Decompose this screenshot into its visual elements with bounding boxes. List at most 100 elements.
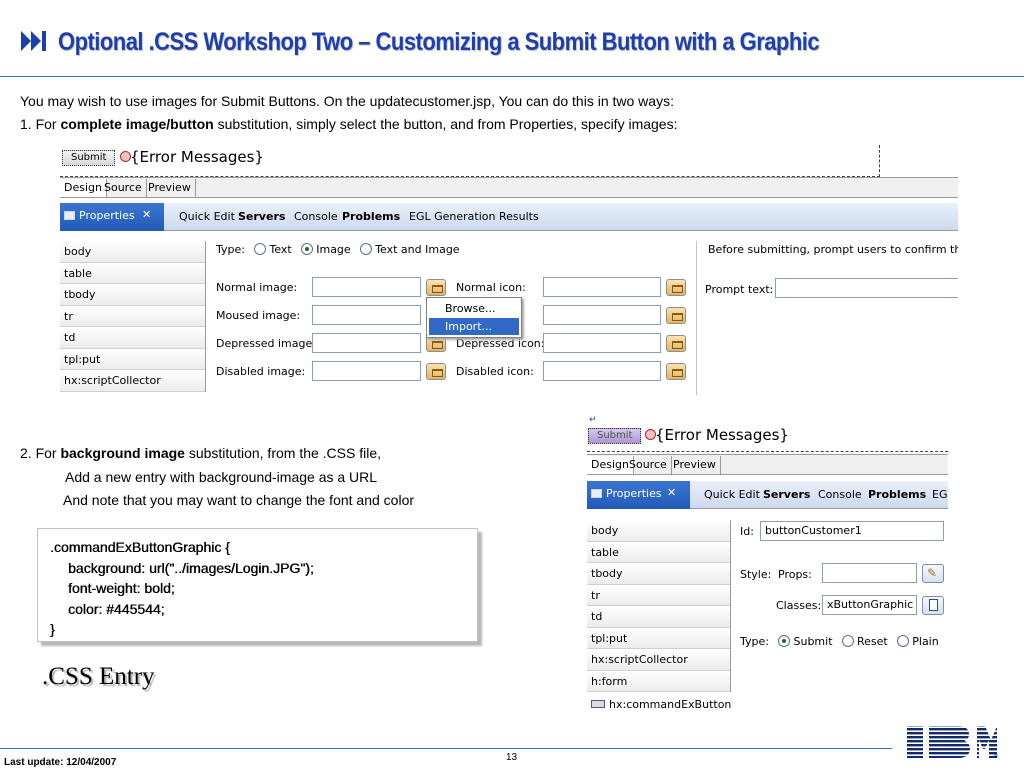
radio-image-circle[interactable] <box>301 243 314 255</box>
radio-text-label: Text <box>269 243 292 256</box>
page-number: 13 <box>506 752 518 763</box>
css-code-line-1: .commandExButtonGraphic { <box>50 539 230 555</box>
properties-view-icon <box>64 211 75 220</box>
properties-view-icon-2 <box>591 489 602 498</box>
depressed-icon-browse-button[interactable] <box>666 335 686 352</box>
confirm-text: Before submitting, prompt users to confi… <box>708 243 958 256</box>
close-icon-2[interactable]: ✕ <box>667 486 676 499</box>
point-one-prefix: 1. For <box>20 116 61 132</box>
tree-item-table-2[interactable]: table <box>587 541 730 563</box>
radio-plain[interactable]: Plain <box>897 635 939 648</box>
radio-text[interactable]: Text <box>254 243 292 256</box>
tab-properties-2[interactable]: Properties ✕ <box>587 481 690 509</box>
radio-text-and-image[interactable]: Text and Image <box>360 243 460 256</box>
tree-item-body-2[interactable]: body <box>587 520 730 542</box>
tree-item-tr-2[interactable]: tr <box>587 584 730 606</box>
submit-button-graphic-preview[interactable]: Submit <box>588 428 642 444</box>
classes-input[interactable]: xButtonGraphic <box>822 595 917 615</box>
tree-item-tpl-put-2[interactable]: tpl:put <box>587 627 730 649</box>
normal-icon-browse-button[interactable] <box>666 279 686 296</box>
point-two-prefix: 2. For <box>20 445 61 461</box>
depressed-icon-label: Depressed icon: <box>456 337 545 350</box>
tree-item-tbody[interactable]: tbody <box>60 284 205 306</box>
tree-item-hx-scriptcollector-2[interactable]: hx:scriptCollector <box>587 649 730 671</box>
tab-eg-truncated-2[interactable]: EG <box>932 488 947 501</box>
disabled-icon-input[interactable] <box>543 361 661 381</box>
tree-item-tpl-put[interactable]: tpl:put <box>60 348 205 370</box>
tree-item-table[interactable]: table <box>60 262 205 284</box>
tab-source-2[interactable]: Source <box>625 456 672 474</box>
tab-console[interactable]: Console <box>294 210 338 223</box>
tree-item-body[interactable]: body <box>60 241 205 263</box>
radio-image[interactable]: Image <box>301 243 351 256</box>
edit-classes-button[interactable] <box>922 596 944 615</box>
normal-image-browse-button[interactable] <box>426 279 446 296</box>
tree-item-h-form-2[interactable]: h:form <box>587 670 730 692</box>
tree-item-tbody-2[interactable]: tbody <box>587 563 730 585</box>
point-one-bold: complete image/button <box>60 116 214 132</box>
menu-item-browse[interactable]: Browse... <box>429 300 519 317</box>
normal-image-input[interactable] <box>312 277 421 297</box>
fast-forward-end-icon <box>21 31 46 51</box>
view-tabs-bar: Properties ✕ Quick Edit Servers Console … <box>60 203 958 231</box>
props-label: Props: <box>778 568 812 581</box>
moused-image-input[interactable] <box>312 305 421 325</box>
depressed-image-input[interactable] <box>312 333 421 353</box>
radio-submit-circle[interactable] <box>778 635 791 647</box>
edit-style-button[interactable]: ✎ <box>922 564 944 583</box>
normal-icon-input[interactable] <box>543 277 661 297</box>
tab-quick-edit[interactable]: Quick Edit <box>179 210 235 223</box>
tab-egl-generation-results[interactable]: EGL Generation Results <box>409 210 539 223</box>
tab-servers-2[interactable]: Servers <box>763 488 810 501</box>
tab-properties[interactable]: Properties ✕ <box>60 203 164 231</box>
properties-tab-label: Properties <box>79 209 135 222</box>
prompt-text-input[interactable] <box>775 278 958 298</box>
depressed-icon-input[interactable] <box>543 333 661 353</box>
menu-item-import[interactable]: Import... <box>429 318 519 335</box>
tree-item-td[interactable]: td <box>60 327 205 349</box>
type-row: Type: Text Image Text and Image <box>216 243 460 256</box>
tab-problems[interactable]: Problems <box>342 210 400 223</box>
submit-button-preview[interactable]: Submit <box>62 150 116 166</box>
tree-item-tr[interactable]: tr <box>60 305 205 327</box>
disabled-icon-browse-button[interactable] <box>666 363 686 380</box>
props-input[interactable] <box>822 563 917 583</box>
tab-preview-2[interactable]: Preview <box>669 456 721 474</box>
selected-node-status: hx:commandExButton <box>591 698 731 711</box>
moused-icon-input[interactable] <box>543 305 661 325</box>
radio-text-and-image-label: Text and Image <box>375 243 460 256</box>
tab-servers[interactable]: Servers <box>238 210 285 223</box>
radio-text-and-image-circle[interactable] <box>360 243 373 255</box>
tab-problems-2[interactable]: Problems <box>868 488 926 501</box>
radio-plain-circle[interactable] <box>897 635 910 647</box>
id-input[interactable]: buttonCustomer1 <box>760 521 944 541</box>
element-tree-2: body table tbody tr td tpl:put hx:script… <box>587 520 731 692</box>
tab-quick-edit-2[interactable]: Quick Edit <box>704 488 760 501</box>
radio-text-circle[interactable] <box>254 243 267 255</box>
point-one-rest: substitution, simply select the button, … <box>213 116 678 132</box>
radio-submit-label: Submit <box>793 635 833 648</box>
moused-icon-browse-button[interactable] <box>666 307 686 324</box>
tree-item-td-2[interactable]: td <box>587 606 730 628</box>
command-button-node-icon <box>591 700 605 708</box>
tab-preview[interactable]: Preview <box>144 179 196 197</box>
classes-label: Classes: <box>776 599 822 612</box>
radio-reset[interactable]: Reset <box>842 635 888 648</box>
close-icon[interactable]: ✕ <box>142 208 151 221</box>
disabled-image-input[interactable] <box>312 361 421 381</box>
radio-image-label: Image <box>316 243 351 256</box>
radio-reset-circle[interactable] <box>842 635 855 647</box>
properties-tab-label-2: Properties <box>606 487 662 500</box>
depressed-image-label: Depressed image: <box>216 337 316 350</box>
css-entry-caption: .CSS Entry <box>42 663 155 690</box>
classes-icon <box>929 599 938 611</box>
tree-item-hx-scriptcollector[interactable]: hx:scriptCollector <box>60 370 205 392</box>
css-code-box: .commandExButtonGraphic { background: ur… <box>37 528 478 642</box>
tab-source[interactable]: Source <box>100 179 147 197</box>
tab-console-2[interactable]: Console <box>818 488 862 501</box>
disabled-image-browse-button[interactable] <box>426 363 446 380</box>
browse-menu: Browse... Import... <box>426 297 522 338</box>
title-divider <box>0 76 1024 77</box>
radio-submit[interactable]: Submit <box>778 635 833 648</box>
editor-tabs-2: Design Source Preview <box>587 454 948 475</box>
